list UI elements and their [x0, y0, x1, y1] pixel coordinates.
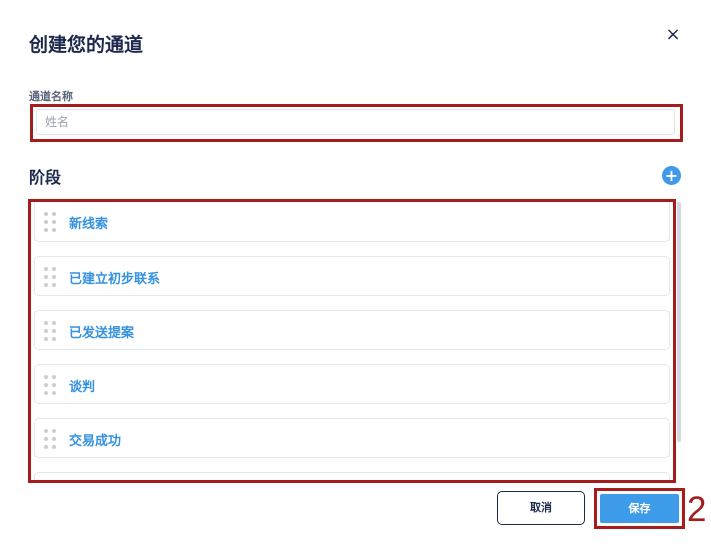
stage-list: 新线索 已建立初步联系 已发送提案 谈判 交易成功 [34, 202, 670, 480]
stage-item[interactable]: 已建立初步联系 [34, 256, 670, 296]
stage-item[interactable]: 交易成功 [34, 418, 670, 458]
stage-label: 新线索 [69, 217, 109, 232]
stage-label: 交易成功 [69, 434, 122, 449]
stage-item[interactable] [34, 472, 670, 480]
channel-name-input[interactable] [36, 109, 675, 135]
save-button[interactable]: 保存 [600, 494, 679, 523]
drag-handle-icon[interactable] [44, 212, 56, 232]
cancel-button[interactable]: 取消 [497, 491, 585, 525]
drag-handle-icon[interactable] [44, 321, 56, 341]
save-button-highlight: 保存 [594, 488, 685, 529]
add-stage-icon[interactable]: + [662, 166, 681, 185]
stages-highlight: 新线索 已建立初步联系 已发送提案 谈判 交易成功 [28, 199, 676, 483]
stage-item[interactable]: 已发送提案 [34, 310, 670, 350]
stage-label: 谈判 [69, 380, 96, 395]
stage-label: 已建立初步联系 [69, 272, 161, 287]
drag-handle-icon[interactable] [44, 375, 56, 395]
channel-name-highlight [30, 104, 683, 142]
stages-title: 阶段 [29, 168, 62, 187]
stage-item[interactable]: 谈判 [34, 364, 670, 404]
drag-handle-icon[interactable] [44, 429, 56, 449]
stage-item[interactable]: 新线索 [34, 202, 670, 242]
drag-handle-icon[interactable] [44, 267, 56, 287]
stage-list-scrollbar[interactable] [677, 202, 681, 442]
channel-name-label: 通道名称 [29, 90, 73, 103]
close-icon[interactable]: × [664, 26, 682, 44]
dialog-title: 创建您的通道 [29, 34, 144, 56]
stage-label: 已发送提案 [69, 326, 135, 341]
step-number: 2 [687, 490, 707, 529]
